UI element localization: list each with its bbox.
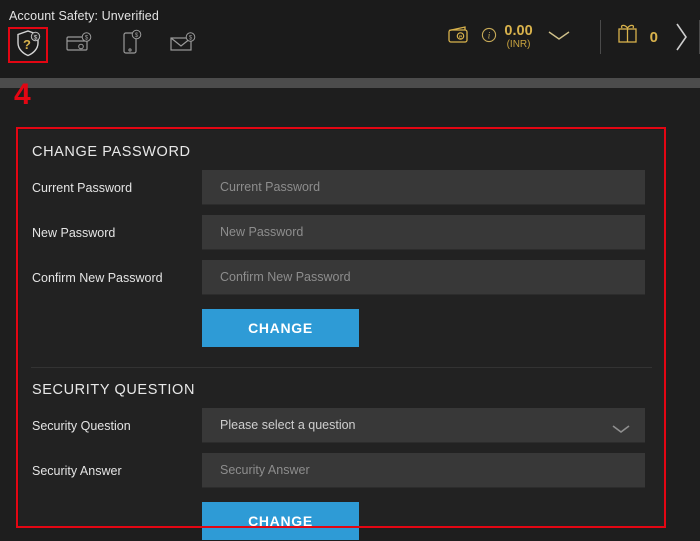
envelope-email-icon-button[interactable]: $ xyxy=(164,27,204,63)
change-password-button-row: CHANGE xyxy=(19,309,664,347)
current-password-input[interactable]: Current Password xyxy=(202,170,645,205)
info-circle-icon[interactable]: i xyxy=(481,27,497,48)
gift-box-icon xyxy=(615,22,641,53)
current-password-row: Current Password Current Password xyxy=(19,170,664,205)
wallet-icon: e xyxy=(446,23,474,52)
gift-count: 0 xyxy=(649,28,658,46)
wallet-group[interactable]: e i 0.00 (INR) xyxy=(446,23,585,52)
confirm-new-password-input[interactable]: Confirm New Password xyxy=(202,260,645,295)
security-question-label: Security Question xyxy=(32,418,131,433)
security-question-selected-value: Please select a question xyxy=(220,418,356,432)
account-safety-status: Account Safety: Unverified xyxy=(9,9,159,23)
change-password-section: CHANGE PASSWORD Current Password Current… xyxy=(19,130,664,347)
security-question-submit-button[interactable]: CHANGE xyxy=(202,502,359,540)
new-password-placeholder: New Password xyxy=(220,225,304,239)
annotation-step-number: 4 xyxy=(14,78,31,111)
svg-text:?: ? xyxy=(23,37,31,52)
new-password-input[interactable]: New Password xyxy=(202,215,645,250)
change-password-title: CHANGE PASSWORD xyxy=(32,144,191,160)
header-right-cluster: e i 0.00 (INR) 0 xyxy=(446,12,700,62)
envelope-email-icon: $ xyxy=(169,30,199,61)
chevron-right-icon[interactable] xyxy=(672,20,690,54)
security-answer-label: Security Answer xyxy=(32,463,122,478)
security-question-select[interactable]: Please select a question xyxy=(202,408,645,443)
credit-card-icon: $ xyxy=(65,30,95,61)
svg-text:i: i xyxy=(488,30,491,40)
confirm-new-password-row: Confirm New Password Confirm New Passwor… xyxy=(19,260,664,295)
wallet-balance-currency: (INR) xyxy=(506,38,531,50)
change-password-submit-button[interactable]: CHANGE xyxy=(202,309,359,347)
chevron-down-icon xyxy=(611,421,631,439)
header-divider-1 xyxy=(599,20,601,54)
security-answer-placeholder: Security Answer xyxy=(220,463,310,477)
gift-group[interactable]: 0 xyxy=(615,22,658,53)
confirm-new-password-label: Confirm New Password xyxy=(32,270,163,285)
chevron-down-icon[interactable] xyxy=(546,28,572,47)
top-header: Account Safety: Unverified ? $ $ $ $ e i… xyxy=(0,0,700,78)
svg-text:e: e xyxy=(459,34,463,40)
shield-question-icon: ? $ xyxy=(15,29,41,62)
security-question-button-row: CHANGE xyxy=(19,502,664,540)
mobile-phone-icon-button[interactable]: $ xyxy=(112,27,152,63)
shield-question-icon-button[interactable]: ? $ xyxy=(8,27,48,63)
account-settings-panel: CHANGE PASSWORD Current Password Current… xyxy=(19,130,664,540)
credit-card-icon-button[interactable]: $ xyxy=(60,27,100,63)
verification-icon-row: ? $ $ $ $ xyxy=(8,27,204,63)
wallet-balance-amount: 0.00 xyxy=(504,22,533,39)
new-password-row: New Password New Password xyxy=(19,215,664,250)
security-question-row: Security Question Please select a questi… xyxy=(19,408,664,443)
mobile-phone-icon: $ xyxy=(119,29,145,62)
new-password-label: New Password xyxy=(32,225,116,240)
current-password-label: Current Password xyxy=(32,180,133,195)
security-answer-row: Security Answer Security Answer xyxy=(19,453,664,488)
security-question-title: SECURITY QUESTION xyxy=(32,382,196,398)
current-password-placeholder: Current Password xyxy=(220,180,321,194)
wallet-balance: 0.00 (INR) xyxy=(504,22,533,51)
security-question-section: SECURITY QUESTION Security Question Plea… xyxy=(19,368,664,540)
header-grey-strip xyxy=(0,78,700,88)
security-answer-input[interactable]: Security Answer xyxy=(202,453,645,488)
confirm-new-password-placeholder: Confirm New Password xyxy=(220,270,351,284)
